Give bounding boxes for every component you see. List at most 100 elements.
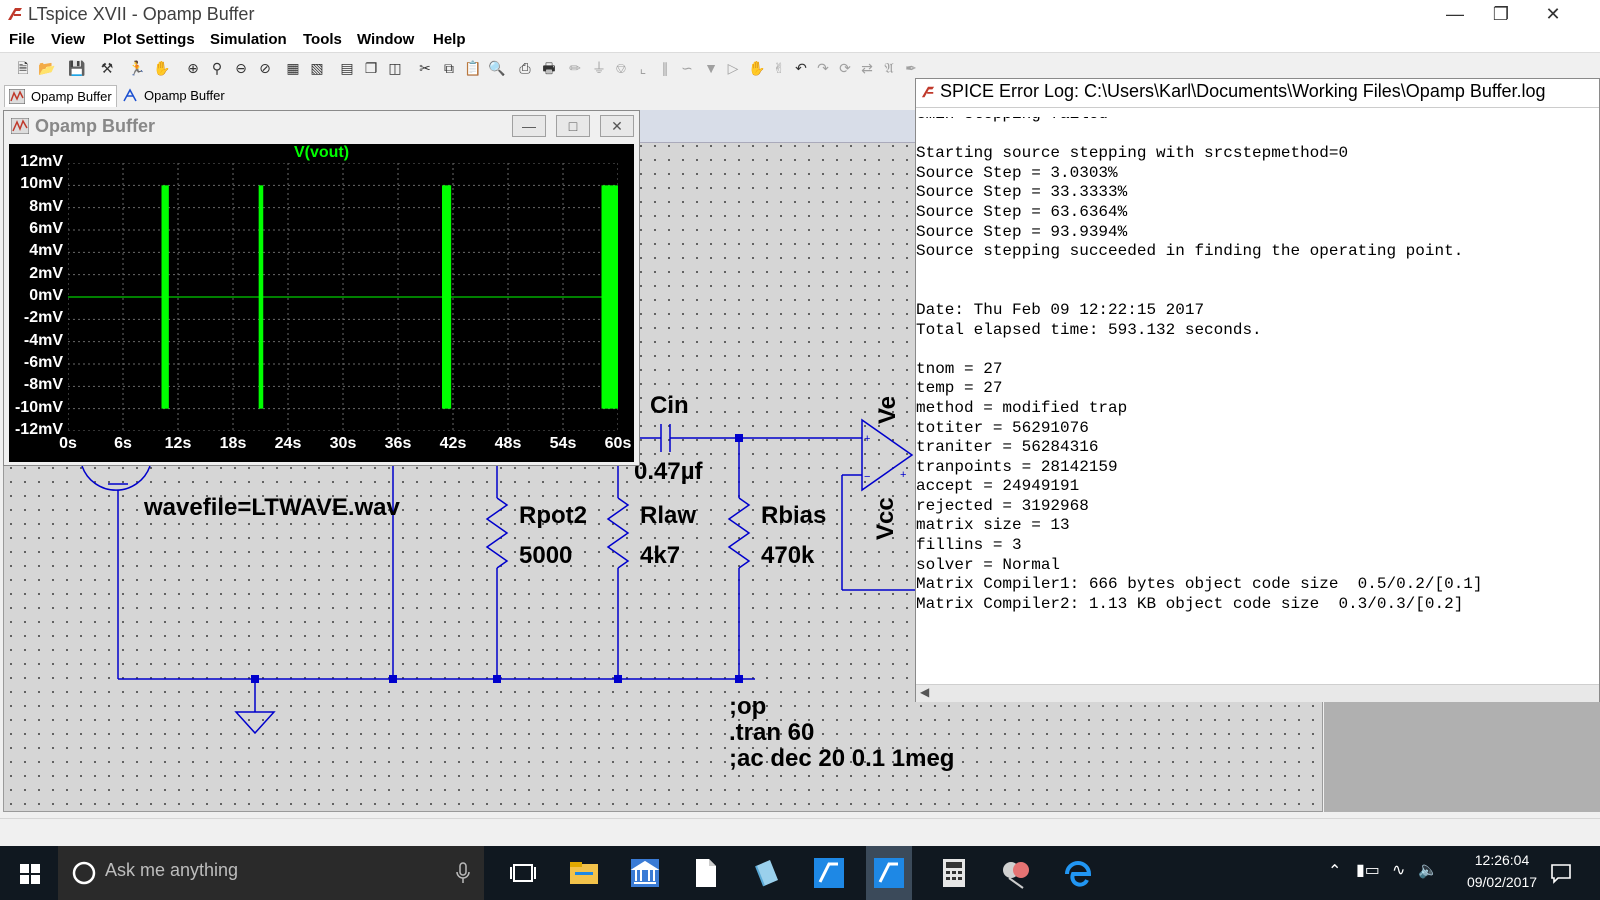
- windows-start-icon[interactable]: [20, 864, 40, 884]
- waveform-window-icon: [11, 118, 29, 134]
- pan-icon[interactable]: ✋: [153, 59, 171, 77]
- menu-view[interactable]: View: [51, 31, 85, 48]
- ground-icon[interactable]: ⏚: [590, 59, 608, 77]
- cin-label[interactable]: Cin: [650, 392, 689, 420]
- drag-icon[interactable]: ✌: [770, 59, 788, 77]
- notes-app-icon[interactable]: [750, 856, 784, 890]
- resistor-icon[interactable]: ⌞: [634, 59, 652, 77]
- restore-button[interactable]: ❐: [1478, 0, 1524, 28]
- move-icon[interactable]: ✋: [748, 59, 766, 77]
- log-line: Source stepping succeeded in finding the…: [916, 242, 1464, 261]
- capacitor-icon[interactable]: ∥: [656, 59, 674, 77]
- waveform-window[interactable]: Opamp Buffer — □ ✕ V(vout) 12mV 10mV 8mV 6m…: [3, 110, 640, 466]
- error-log-text[interactable]: Gmin stepping failed Starting source ste…: [916, 117, 1600, 687]
- action-center-icon[interactable]: [1550, 862, 1572, 884]
- tab-waveform[interactable]: Opamp Buffer: [4, 85, 117, 107]
- menu-help[interactable]: Help: [433, 31, 466, 48]
- wavefile-label[interactable]: wavefile=LTWAVE.wav: [144, 494, 400, 522]
- print-setup-icon[interactable]: ⎙: [516, 59, 534, 77]
- close-button[interactable]: ✕: [1530, 0, 1576, 28]
- active-taskbar-item[interactable]: [866, 846, 912, 900]
- waveform-plot[interactable]: V(vout) 12mV 10mV 8mV 6mV 4mV 2mV 0mV -2mV -4mV -…: [9, 144, 634, 462]
- y-tick-label: -12mV: [14, 421, 63, 438]
- horizontal-scrollbar[interactable]: ◀: [916, 684, 1599, 702]
- op-directive[interactable]: ;op: [729, 694, 766, 720]
- rotate-icon[interactable]: ⟳: [836, 59, 854, 77]
- rpot2-value[interactable]: 5000: [519, 542, 572, 570]
- title-bar: LTspice XVII - Opamp Buffer — ❐ ✕: [0, 0, 1600, 28]
- snipping-tool-icon[interactable]: [999, 856, 1033, 890]
- battery-icon[interactable]: ▮▭: [1356, 860, 1380, 880]
- tile-vertical-icon[interactable]: ◫: [386, 59, 404, 77]
- paste-icon[interactable]: 📋: [464, 59, 482, 77]
- chevron-up-icon[interactable]: ⌃: [1328, 861, 1341, 881]
- print-icon[interactable]: 🖶: [540, 59, 558, 77]
- log-line: Source Step = 3.0303%: [916, 163, 1118, 182]
- zoom-in-icon[interactable]: ⊕: [184, 59, 202, 77]
- wifi-icon[interactable]: ∿: [1392, 860, 1405, 880]
- new-schematic-icon[interactable]: 🗎: [14, 59, 32, 77]
- document-icon[interactable]: [688, 856, 722, 890]
- zoom-cancel-icon[interactable]: ⊘: [256, 59, 274, 77]
- control-panel-icon[interactable]: ⚒: [98, 59, 116, 77]
- rlaw-value[interactable]: 4k7: [640, 542, 680, 570]
- plot-area[interactable]: [68, 163, 618, 431]
- ve-net-label[interactable]: Ve: [874, 396, 902, 424]
- component-icon[interactable]: ▷: [724, 59, 742, 77]
- cortana-search-box[interactable]: Ask me anything: [58, 846, 484, 900]
- error-log-window[interactable]: SPICE Error Log: C:\Users\Karl\Documents…: [915, 78, 1600, 702]
- menu-plot-settings[interactable]: Plot Settings: [103, 31, 195, 48]
- redo-icon[interactable]: ↷: [814, 59, 832, 77]
- rpot2-name[interactable]: Rpot2: [519, 502, 587, 530]
- clock-date[interactable]: 09/02/2017: [1452, 874, 1552, 890]
- zoom-out-icon[interactable]: ⊖: [232, 59, 250, 77]
- edge-browser-icon[interactable]: [1061, 856, 1095, 890]
- copy-icon[interactable]: ⧉: [440, 59, 458, 77]
- undo-icon[interactable]: ↶: [792, 59, 810, 77]
- wave-minimize-button[interactable]: —: [512, 115, 546, 137]
- wire-icon[interactable]: ✏: [566, 59, 584, 77]
- diode-icon[interactable]: ▼: [702, 59, 720, 77]
- cascade-icon[interactable]: ❐: [362, 59, 380, 77]
- tran-directive[interactable]: .tran 60: [729, 720, 814, 746]
- text-icon[interactable]: 𝔄: [880, 59, 898, 77]
- find-icon[interactable]: 🔍: [488, 59, 506, 77]
- rbias-value[interactable]: 470k: [761, 542, 814, 570]
- vcc-net-label[interactable]: Vcc: [872, 497, 900, 540]
- menu-tools[interactable]: Tools: [303, 31, 342, 48]
- fft-icon[interactable]: ▧: [308, 59, 326, 77]
- ltspice-iv-taskbar-icon[interactable]: [812, 856, 846, 890]
- tile-horizontal-icon[interactable]: ▤: [338, 59, 356, 77]
- run-icon[interactable]: 🏃: [128, 59, 146, 77]
- tab-schematic[interactable]: Opamp Buffer: [118, 85, 229, 106]
- menu-window[interactable]: Window: [357, 31, 414, 48]
- task-view-icon[interactable]: [506, 856, 540, 890]
- menu-simulation[interactable]: Simulation: [210, 31, 287, 48]
- ac-directive[interactable]: ;ac dec 20 0.1 1meg: [729, 746, 954, 772]
- file-explorer-icon[interactable]: [567, 856, 601, 890]
- scroll-left-icon[interactable]: ◀: [920, 685, 929, 699]
- menu-file[interactable]: File: [9, 31, 35, 48]
- cin-value[interactable]: 0.47µf: [634, 458, 703, 486]
- calculator-icon[interactable]: [937, 856, 971, 890]
- volume-icon[interactable]: 🔈: [1418, 860, 1438, 880]
- spice-directive-icon[interactable]: ✒: [902, 59, 920, 77]
- bank-app-icon[interactable]: [628, 856, 662, 890]
- microphone-icon[interactable]: [456, 862, 470, 884]
- cut-icon[interactable]: ✂: [416, 59, 434, 77]
- clock-time[interactable]: 12:26:04: [1462, 852, 1542, 868]
- wave-maximize-button[interactable]: □: [556, 115, 590, 137]
- autorange-icon[interactable]: ▦: [284, 59, 302, 77]
- zoom-area-icon[interactable]: ⚲: [208, 59, 226, 77]
- rbias-name[interactable]: Rbias: [761, 502, 826, 530]
- label-net-icon[interactable]: ⎊: [612, 59, 630, 77]
- trace-label[interactable]: V(vout): [9, 144, 634, 162]
- y-tick-label: -6mV: [23, 354, 63, 371]
- minimize-button[interactable]: —: [1432, 0, 1478, 28]
- mirror-icon[interactable]: ⇄: [858, 59, 876, 77]
- wave-close-button[interactable]: ✕: [600, 115, 634, 137]
- open-icon[interactable]: 📂: [38, 59, 56, 77]
- rlaw-name[interactable]: Rlaw: [640, 502, 696, 530]
- save-icon[interactable]: 💾: [68, 59, 86, 77]
- inductor-icon[interactable]: ∽: [678, 59, 696, 77]
